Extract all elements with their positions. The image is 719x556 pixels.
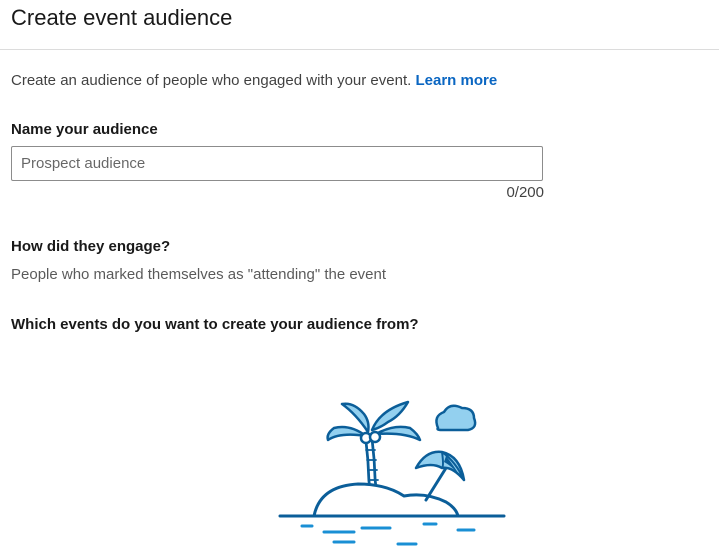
character-counter: 0/200 [506, 184, 544, 201]
events-heading: Which events do you want to create your … [11, 316, 419, 333]
modal-header: Create event audience [0, 0, 719, 50]
engagement-description: People who marked themselves as "attendi… [11, 266, 387, 283]
audience-name-label: Name your audience [11, 121, 158, 138]
cloud-icon [435, 404, 477, 432]
page-title: Create event audience [11, 5, 233, 30]
engagement-heading: How did they engage? [11, 238, 171, 255]
audience-name-input[interactable] [11, 146, 543, 181]
palm-leaf [374, 425, 422, 442]
intro-text: Create an audience of people who engaged… [11, 72, 497, 89]
intro-description: Create an audience of people who engaged… [11, 72, 412, 89]
island-mound [312, 482, 460, 518]
learn-more-link[interactable]: Learn more [415, 72, 497, 89]
umbrella-pole [424, 466, 448, 502]
beach-island-illustration [278, 400, 506, 546]
